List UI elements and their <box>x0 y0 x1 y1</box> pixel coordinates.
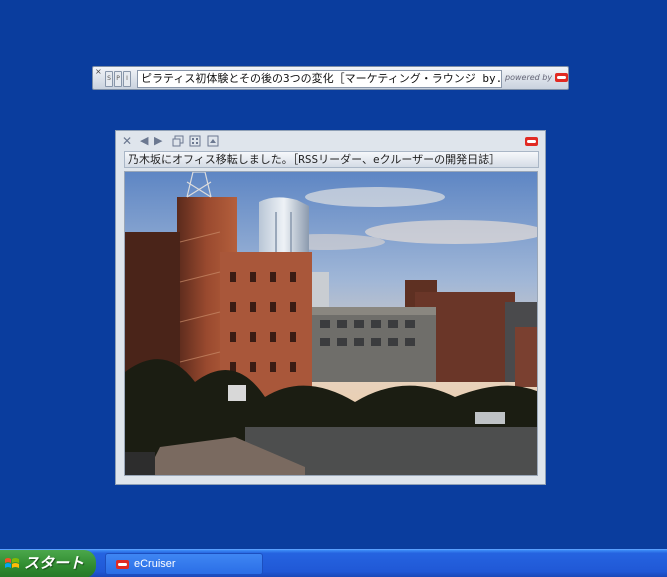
ecruiser-logo-icon[interactable] <box>554 73 568 82</box>
ticker-headline-link[interactable]: ピラティス初体験とその後の3つの変化［マーケティング・ラウンジ by.. <box>137 70 502 88</box>
windows-flag-icon <box>5 558 19 568</box>
article-viewer-window: ✕ ◀ ▶ 乃木坂にオフィス移転しました。［RSSリーダー、eクルーザーの開発日… <box>115 130 546 485</box>
back-arrow-icon[interactable]: ◀ <box>140 134 148 148</box>
restore-window-icon[interactable] <box>172 135 184 149</box>
start-label: スタート <box>24 555 85 572</box>
ecruiser-logo-icon[interactable] <box>525 137 538 146</box>
close-icon[interactable]: ✕ <box>122 134 132 148</box>
ticker-s-button[interactable]: S <box>105 71 113 87</box>
ticker-i-button[interactable]: I <box>123 71 131 87</box>
viewer-toolbar: ✕ ◀ ▶ <box>122 134 540 148</box>
powered-by-label: powered by <box>505 73 568 82</box>
ticker-close-button[interactable]: × <box>95 67 102 76</box>
grid-view-icon[interactable] <box>189 135 201 149</box>
article-title[interactable]: 乃木坂にオフィス移転しました。［RSSリーダー、eクルーザーの開発日誌］ <box>124 151 539 168</box>
forward-arrow-icon[interactable]: ▶ <box>154 134 162 148</box>
headline-ticker: × S P I ピラティス初体験とその後の3つの変化［マーケティング・ラウンジ … <box>92 66 569 90</box>
taskbar-item-ecruiser[interactable]: eCruiser <box>105 553 263 575</box>
upload-icon[interactable] <box>207 135 219 149</box>
article-photo <box>124 171 538 476</box>
start-button[interactable]: スタート <box>0 550 96 577</box>
ticker-p-button[interactable]: P <box>114 71 122 87</box>
taskbar: スタート eCruiser <box>0 549 667 577</box>
ecruiser-logo-icon <box>116 560 129 569</box>
taskbar-item-label: eCruiser <box>134 558 176 570</box>
city-sunset-photo <box>125 172 537 475</box>
powered-by-text: powered by <box>505 73 553 82</box>
